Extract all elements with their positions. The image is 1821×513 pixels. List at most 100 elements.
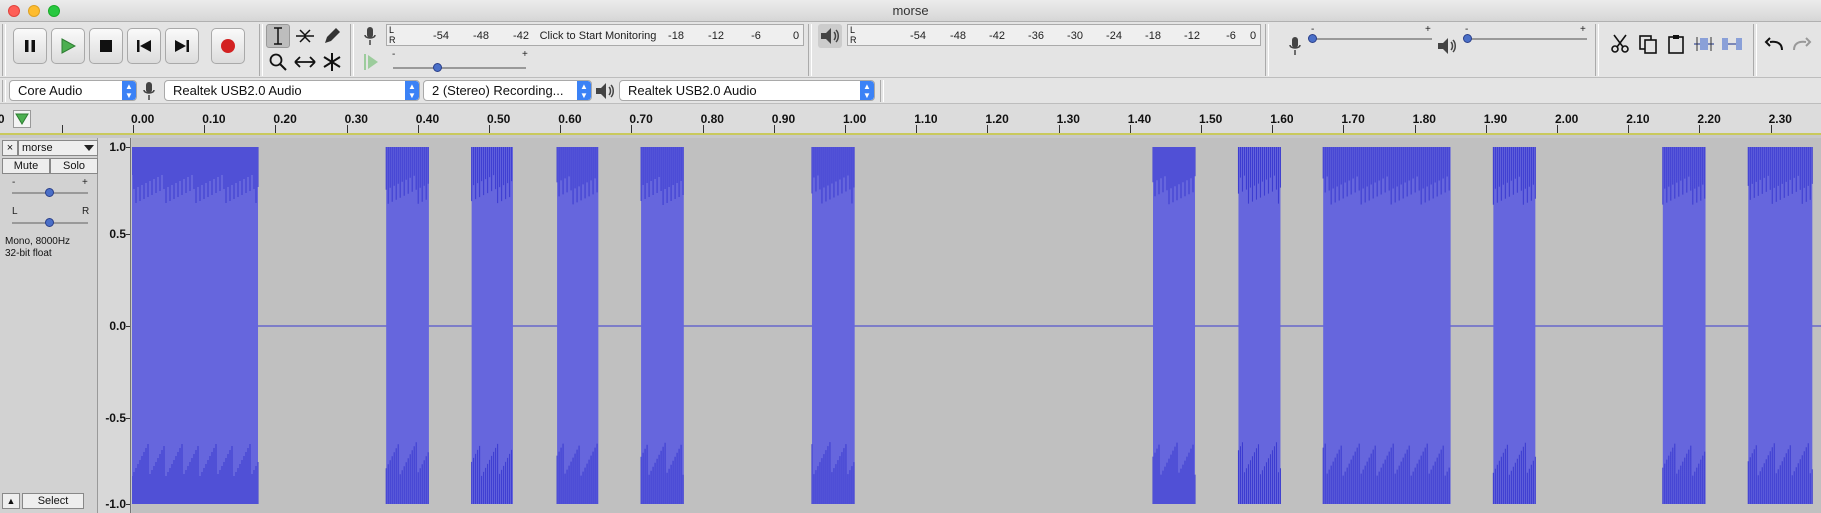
toolbar-grip[interactable] bbox=[1595, 24, 1599, 76]
waveform[interactable] bbox=[132, 138, 1821, 513]
meter-tick: -18 bbox=[668, 30, 684, 42]
chevron-updown-icon: ▲ ▼ bbox=[405, 81, 419, 100]
redo-button[interactable] bbox=[1790, 32, 1814, 56]
waveform-burst bbox=[1662, 147, 1706, 504]
collapse-track-button[interactable]: ▲ bbox=[2, 493, 20, 509]
silence-button[interactable] bbox=[1720, 32, 1744, 56]
ruler-label: 0.50 bbox=[487, 112, 511, 126]
draw-tool[interactable] bbox=[320, 24, 344, 48]
timeline-ruler[interactable]: - 0.10 0.00 0.10 0.20 0.30 0.40 0.50 0.60 0.70 0.… bbox=[0, 104, 1821, 135]
playback-device-select[interactable]: Realtek USB2.0 Audio ▲ ▼ bbox=[619, 80, 875, 101]
toolbar-grip[interactable] bbox=[259, 24, 263, 76]
meter-tick: -48 bbox=[950, 30, 966, 42]
waveform-area[interactable] bbox=[132, 138, 1821, 513]
play-meter-button[interactable] bbox=[818, 24, 842, 48]
ruler-tick bbox=[1343, 125, 1345, 133]
meter-tick: 0 bbox=[1249, 30, 1257, 42]
playback-device-value: Realtek USB2.0 Audio bbox=[628, 83, 757, 98]
audio-host-select[interactable]: Core Audio ▲ ▼ bbox=[9, 80, 137, 101]
record-meter-button[interactable] bbox=[358, 24, 382, 48]
toolbar-grip[interactable] bbox=[2, 24, 6, 76]
scale-label: 0.5 bbox=[109, 227, 126, 241]
pan-slider-knob[interactable] bbox=[45, 218, 54, 227]
meter-tick: -6 bbox=[751, 30, 761, 42]
recording-device-select[interactable]: Realtek USB2.0 Audio ▲ ▼ bbox=[164, 80, 420, 101]
select-track-button[interactable]: Select bbox=[22, 493, 84, 509]
skip-end-icon bbox=[175, 40, 189, 52]
amplitude-scale[interactable]: 1.0 0.5 0.0 -0.5 -1.0 bbox=[98, 138, 131, 513]
skip-to-start-button[interactable] bbox=[127, 28, 161, 64]
microphone-icon bbox=[364, 27, 376, 45]
recording-channels-select[interactable]: 2 (Stereo) Recording... ▲ ▼ bbox=[423, 80, 592, 101]
timeline-options-button[interactable] bbox=[13, 110, 31, 131]
track-close-button[interactable]: × bbox=[2, 140, 18, 156]
ruler-tick bbox=[1485, 125, 1487, 133]
solo-button[interactable]: Solo bbox=[50, 158, 98, 174]
scale-label: 1.0 bbox=[109, 140, 126, 154]
meter-channel-left: L bbox=[850, 25, 856, 35]
ruler-tick bbox=[61, 125, 63, 133]
gain-plus: + bbox=[82, 177, 88, 188]
toolbar-area: L R -54 -48 -42 Click to Start Monitorin… bbox=[0, 22, 1821, 78]
selection-tool[interactable] bbox=[266, 24, 290, 48]
scale-label: 0.0 bbox=[109, 319, 126, 333]
toolbar-grip[interactable] bbox=[808, 24, 812, 76]
skip-to-end-button[interactable] bbox=[165, 28, 199, 64]
chevron-updown-icon: ▲ ▼ bbox=[122, 81, 136, 100]
toolbar-grip[interactable] bbox=[880, 80, 884, 102]
toolbar-grip[interactable] bbox=[2, 80, 6, 102]
rec-volume-plus: + bbox=[1425, 24, 1431, 35]
play-button[interactable] bbox=[51, 28, 85, 64]
record-meter[interactable]: L R -54 -48 -42 Click to Start Monitorin… bbox=[386, 24, 804, 46]
ruler-tick bbox=[346, 125, 348, 133]
ruler-label: 1.10 bbox=[914, 112, 938, 126]
waveform-burst bbox=[556, 147, 599, 504]
trim-button[interactable] bbox=[1692, 32, 1716, 56]
waveform-burst bbox=[1152, 147, 1196, 504]
waveform-burst bbox=[1747, 147, 1813, 504]
ruler-tick bbox=[133, 125, 134, 133]
stop-button[interactable] bbox=[89, 28, 123, 64]
ruler-label: 0.10 bbox=[202, 112, 226, 126]
mute-button[interactable]: Mute bbox=[2, 158, 50, 174]
cut-button[interactable] bbox=[1608, 32, 1632, 56]
track-name: morse bbox=[22, 142, 53, 154]
play-at-speed-button[interactable] bbox=[360, 50, 382, 74]
undo-button[interactable] bbox=[1762, 32, 1786, 56]
toolbar-grip[interactable] bbox=[1753, 24, 1757, 76]
record-button[interactable] bbox=[211, 28, 245, 64]
time-shift-tool[interactable] bbox=[293, 50, 317, 74]
waveform-burst bbox=[471, 147, 513, 504]
pause-button[interactable] bbox=[13, 28, 47, 64]
zoom-tool[interactable] bbox=[266, 50, 290, 74]
gain-slider-knob[interactable] bbox=[45, 188, 54, 197]
playback-volume-slider[interactable] bbox=[1466, 38, 1587, 40]
ruler-label: 1.60 bbox=[1270, 112, 1294, 126]
play-speed-minus: - bbox=[392, 49, 396, 60]
track-format-bits: 32-bit float bbox=[5, 248, 52, 259]
meter-tick: 0 bbox=[792, 30, 800, 42]
meter-tick: -54 bbox=[910, 30, 926, 42]
monitor-label[interactable]: Click to Start Monitoring bbox=[540, 30, 657, 42]
copy-button[interactable] bbox=[1636, 32, 1660, 56]
skip-start-icon bbox=[137, 40, 151, 52]
play-speed-slider-track[interactable] bbox=[393, 67, 526, 69]
play-meter[interactable]: L R -54 -48 -42 -36 -30 -24 -18 -12 -6 0 bbox=[847, 24, 1261, 46]
recording-volume-knob[interactable] bbox=[1308, 34, 1317, 43]
multi-tool[interactable] bbox=[320, 50, 344, 74]
recording-volume-slider[interactable] bbox=[1311, 38, 1432, 40]
ruler-label: 0.90 bbox=[771, 112, 796, 126]
track-name-menu[interactable]: morse bbox=[18, 140, 98, 156]
toolbar-grip[interactable] bbox=[1265, 24, 1269, 76]
ibeam-icon bbox=[274, 27, 282, 45]
meter-tick: -18 bbox=[1145, 30, 1161, 42]
toolbar-grip[interactable] bbox=[350, 24, 354, 76]
paste-button[interactable] bbox=[1664, 32, 1688, 56]
envelope-tool[interactable] bbox=[293, 24, 317, 48]
waveform-burst bbox=[1237, 147, 1281, 504]
chevron-updown-icon: ▲ ▼ bbox=[577, 81, 591, 100]
microphone-icon bbox=[1289, 37, 1301, 55]
playback-volume-knob[interactable] bbox=[1463, 34, 1472, 43]
play-speed-slider-knob[interactable] bbox=[433, 63, 442, 72]
double-arrow-icon bbox=[294, 56, 316, 68]
